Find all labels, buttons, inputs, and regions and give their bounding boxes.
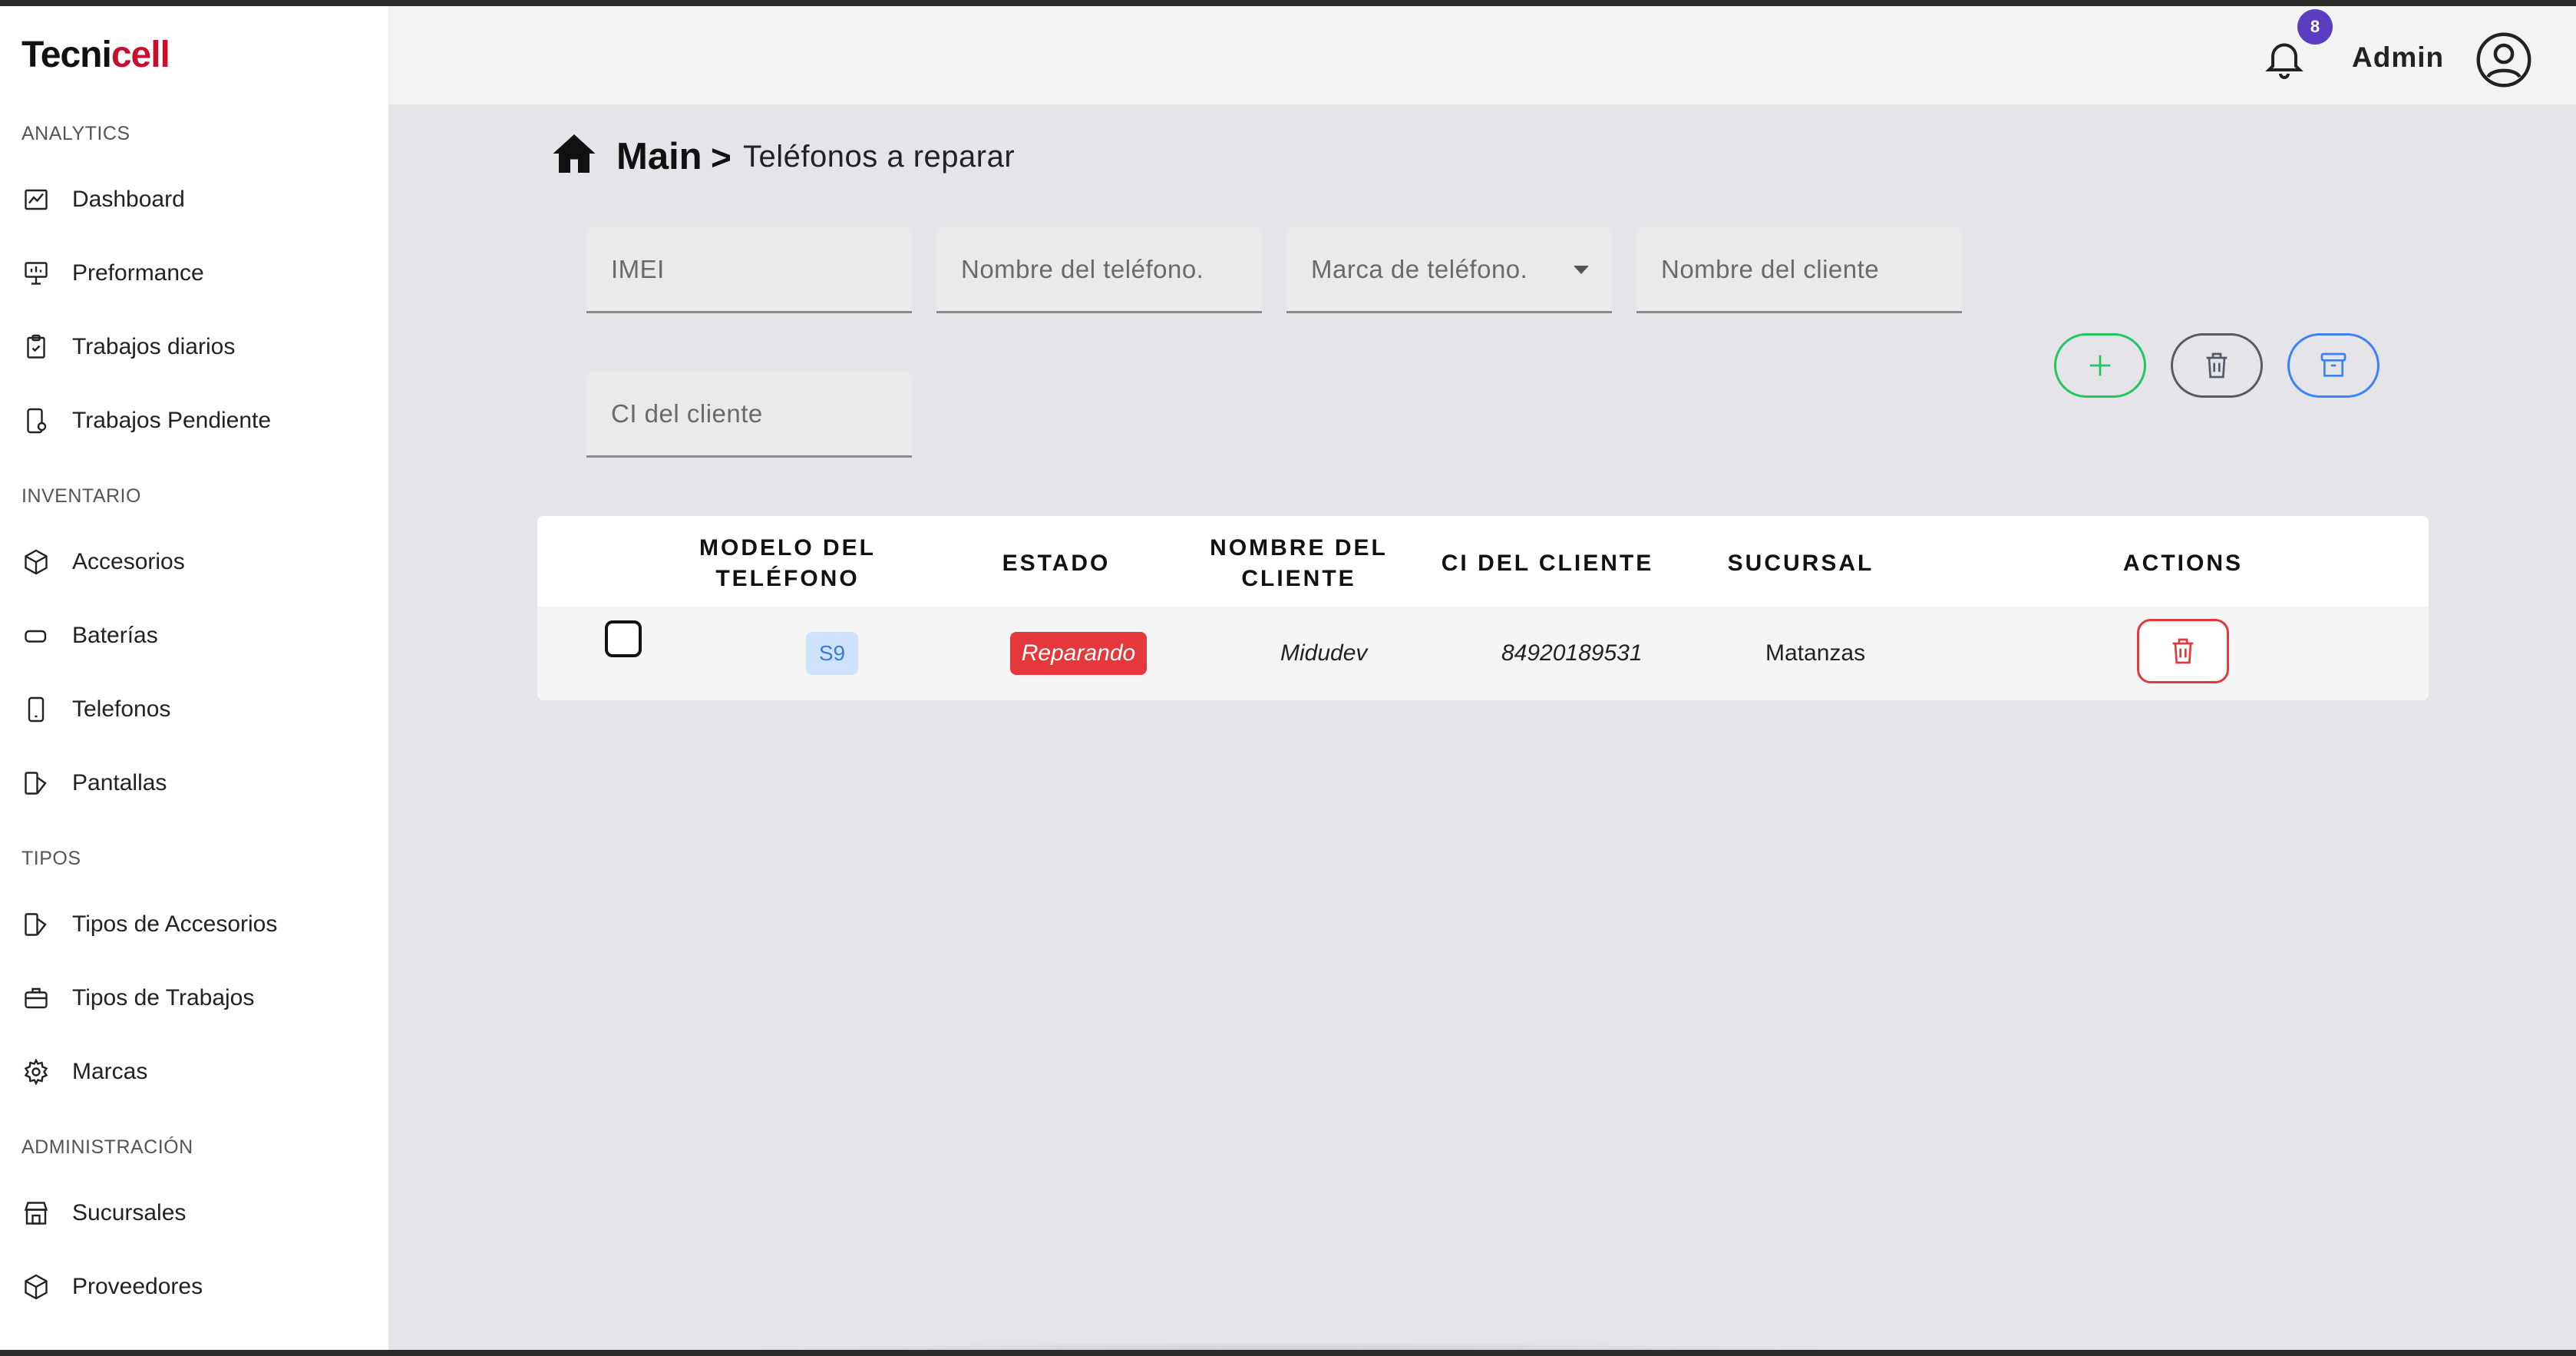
column-header-actions: ACTIONS [2123,551,2243,576]
section-title-inventario: INVENTARIO [21,485,141,507]
brand-select[interactable]: Marca de teléfono. [1286,227,1612,313]
user-name[interactable]: Admin [2352,41,2444,74]
chart-line-icon [21,185,51,214]
column-header-nombre-cliente[interactable]: NOMBRE DEL CLIENTE [1191,531,1406,596]
sidebar-item-label: Trabajos diarios [72,334,236,359]
sidebar-item-label: Tipos de Accesorios [72,911,278,937]
presentation-chart-icon [21,259,51,288]
sidebar-item-sucursales[interactable]: Sucursales [21,1190,375,1236]
bell-icon[interactable] [2261,35,2307,81]
sidebar-item-preformance[interactable]: Preformance [21,250,375,296]
brand-logo[interactable]: Tecnicell [21,34,170,76]
sidebar-item-trabajos-pendiente[interactable]: Trabajos Pendiente [21,398,375,444]
caret-down-icon [1574,266,1589,274]
sidebar-item-proveedores[interactable]: Proveedores [21,1264,375,1310]
sidebar-item-dashboard[interactable]: Dashboard [21,177,375,223]
sidebar-item-tipos-de-accesorios[interactable]: Tipos de Accesorios [21,901,375,948]
brand-logo-part2: cell [111,35,170,75]
top-bar [388,6,2576,104]
gear-icon [21,1057,51,1086]
sidebar-item-label: Sucursales [72,1200,187,1225]
sidebar-item-label: Telefonos [72,696,171,722]
sidebar-item-tipos-de-trabajos[interactable]: Tipos de Trabajos [21,975,375,1021]
sidebar-item-label: Pantallas [72,770,167,795]
archive-icon [2320,352,2346,377]
sidebar-item-marcas[interactable]: Marcas [21,1049,375,1095]
bottom-shadow [691,1342,1888,1350]
phone-name-field-wrapper [936,227,1262,313]
screen-icon [21,910,51,939]
sidebar-item-baterias[interactable]: Baterías [21,613,375,659]
breadcrumb-root[interactable]: Main [616,135,702,178]
brand-select-label: Marca de teléfono. [1311,255,1528,283]
sidebar-item-label: Preformance [72,260,204,286]
plus-icon [2089,355,2111,376]
status-badge: Reparando [1010,632,1147,675]
section-title-administracion: ADMINISTRACIÓN [21,1136,193,1158]
sidebar-item-label: Trabajos Pendiente [72,408,272,433]
sidebar-item-accesorios[interactable]: Accesorios [21,539,375,585]
sidebar-item-label: Tipos de Trabajos [72,985,255,1010]
sidebar-item-pantallas[interactable]: Pantallas [21,760,375,806]
box-icon [21,1272,51,1301]
trash-icon [2172,638,2194,664]
brand-logo-part1: Tecni [21,35,112,75]
clipboard-icon [21,332,51,362]
column-header-estado[interactable]: ESTADO [964,531,1148,596]
breadcrumb-current: Teléfonos a reparar [743,140,1016,174]
store-icon [21,1199,51,1228]
phone-settings-icon [21,406,51,435]
sidebar-item-telefonos[interactable]: Telefonos [21,686,375,733]
column-header-ci-cliente[interactable]: CI DEL CLIENTE [1432,531,1663,596]
box-icon [21,547,51,577]
row-checkbox[interactable] [605,620,642,657]
branch-cell: Matanzas [1765,640,1866,666]
section-title-analytics: ANALYTICS [21,123,130,144]
section-title-tipos: TIPOS [21,848,81,869]
client-ci-cell: 84920189531 [1501,640,1643,666]
add-button[interactable] [2054,333,2146,398]
screen-icon [21,769,51,798]
trash-icon [2206,352,2228,379]
battery-icon [21,621,51,650]
home-icon[interactable] [550,131,599,177]
sidebar-item-label: Baterías [72,623,158,648]
archive-button[interactable] [2287,333,2379,398]
client-name-input[interactable] [1636,227,1962,311]
imei-field-wrapper [586,227,912,313]
breadcrumb-separator: > [711,137,732,177]
sidebar-item-trabajos-diarios[interactable]: Trabajos diarios [21,324,375,370]
sidebar-item-label: Accesorios [72,549,185,574]
app-root: Tecnicell ANALYTICS Dashboard Preformanc… [0,6,2576,1350]
client-ci-input[interactable] [586,372,912,455]
table-row[interactable]: S9 Reparando Midudev 84920189531 Matanza… [537,607,2429,700]
client-name-cell: Midudev [1280,640,1368,666]
sidebar-item-label: Marcas [72,1059,148,1084]
bulk-delete-button[interactable] [2171,333,2263,398]
column-header-modelo[interactable]: MODELO DEL TELÉFONO [672,531,903,596]
imei-input[interactable] [586,227,912,311]
sidebar: Tecnicell ANALYTICS Dashboard Preformanc… [0,6,388,1350]
repairs-table: MODELO DEL TELÉFONO ESTADO NOMBRE DEL CL… [537,516,2429,700]
user-avatar-icon[interactable] [2475,31,2533,89]
row-delete-button[interactable] [2137,619,2229,683]
column-header-sucursal[interactable]: SUCURSAL [1709,531,1893,596]
notification-badge: 8 [2297,9,2333,45]
briefcase-icon [21,984,51,1013]
client-ci-field-wrapper [586,372,912,458]
model-chip: S9 [806,632,858,675]
sidebar-item-label: Proveedores [72,1274,203,1299]
phone-icon [21,695,51,724]
sidebar-item-label: Dashboard [72,187,185,212]
client-name-field-wrapper [1636,227,1962,313]
phone-name-input[interactable] [936,227,1262,311]
